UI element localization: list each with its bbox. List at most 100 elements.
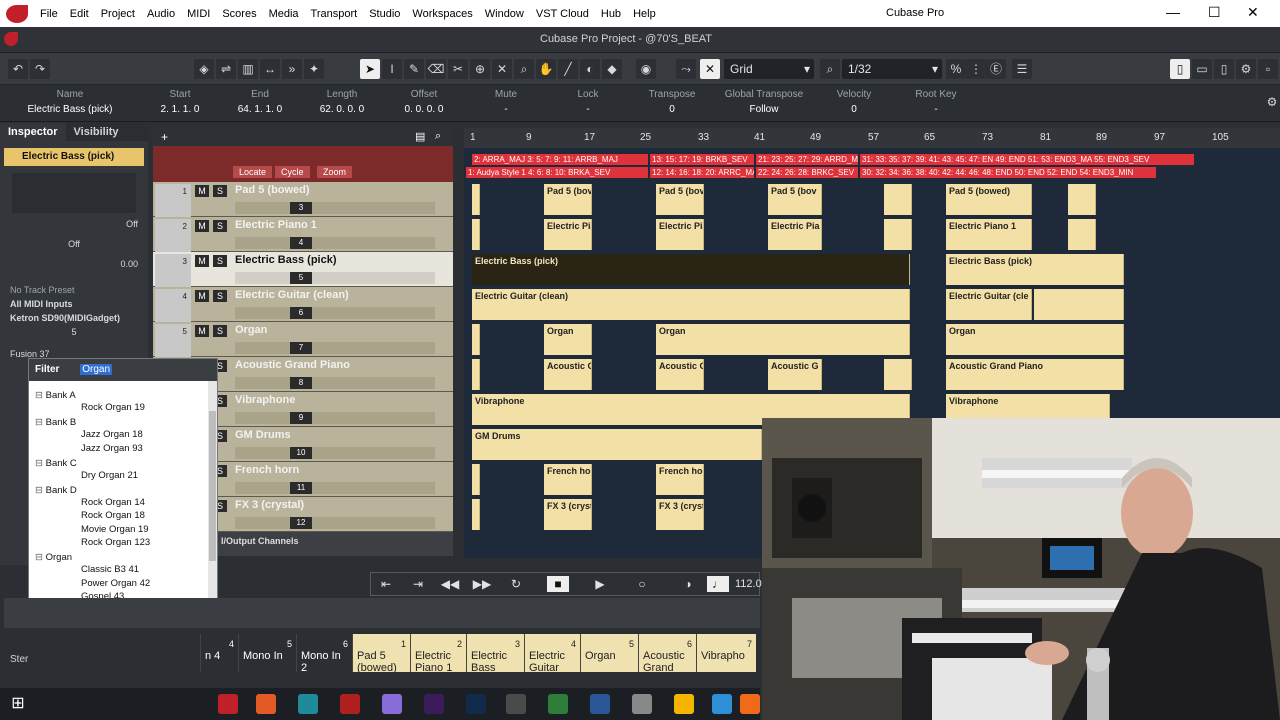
track-name[interactable]: Electric Piano 1 <box>235 219 317 231</box>
solo-button[interactable]: S <box>213 255 227 267</box>
iterative-quantize-icon[interactable]: % <box>946 59 966 79</box>
locate-button[interactable]: Locate <box>233 166 273 178</box>
midi-part[interactable] <box>472 499 480 530</box>
menu-window[interactable]: Window <box>479 8 530 20</box>
taskbar-app-icon[interactable] <box>548 694 568 714</box>
midi-part[interactable]: French hor <box>656 464 704 495</box>
search-icon[interactable]: ⌕ <box>435 130 441 143</box>
midi-part[interactable]: Pad 5 (bowed) <box>946 184 1032 215</box>
solo-button[interactable]: S <box>213 220 227 232</box>
mixer-channel[interactable]: 5 Mono In <box>238 634 296 672</box>
midi-part[interactable] <box>472 359 480 390</box>
menu-midi[interactable]: MIDI <box>181 8 216 20</box>
preset-item[interactable]: Rock Organ 123 <box>29 536 217 549</box>
left-zone-icon[interactable]: ▯ <box>1170 59 1190 79</box>
preset-item[interactable]: Dry Organ 21 <box>29 469 217 482</box>
metronome-icon[interactable]: ◑ <box>677 576 699 592</box>
preset-item[interactable]: Rock Organ 18 <box>29 509 217 522</box>
track-name[interactable]: Organ <box>235 324 267 336</box>
split-tool-icon[interactable]: ✂ <box>448 59 468 79</box>
erase-tool-icon[interactable]: ⌫ <box>426 59 446 79</box>
menu-file[interactable]: File <box>34 8 64 20</box>
track-name[interactable]: Pad 5 (bowed) <box>235 184 310 196</box>
list-icon[interactable]: ▤ <box>415 130 425 143</box>
track-name[interactable]: Acoustic Grand Piano <box>235 359 350 371</box>
track-channel[interactable]: 7 <box>290 342 312 354</box>
preset-item[interactable]: Rock Organ 19 <box>29 401 217 414</box>
track-channel[interactable]: 3 <box>290 202 312 214</box>
info-global-transpose[interactable]: Global Transpose Follow <box>722 89 806 115</box>
window-layout-icon[interactable]: ☰ <box>1012 59 1032 79</box>
solo-button[interactable]: S <box>213 325 227 337</box>
midi-part[interactable]: Organ <box>544 324 592 355</box>
inspector-off-1[interactable]: Off <box>0 217 148 231</box>
midi-part[interactable]: Electric Guitar (cle <box>946 289 1032 320</box>
midi-part[interactable]: FX 3 (cryst <box>544 499 592 530</box>
mute-button[interactable]: M <box>195 255 209 267</box>
mute-button[interactable]: M <box>195 185 209 197</box>
mixer-channel[interactable]: 4 Electric Guitar <box>524 634 580 674</box>
midi-part[interactable]: Acoustic G <box>768 359 822 390</box>
go-to-start-icon[interactable]: ⇤ <box>375 576 397 592</box>
preset-item[interactable]: Jazz Organ 18 <box>29 428 217 441</box>
midi-part[interactable] <box>1068 184 1096 215</box>
track-channel[interactable]: 12 <box>290 517 312 529</box>
midi-part[interactable]: Acoustic Grand Piano <box>946 359 1124 390</box>
color-tool-icon[interactable]: ◆ <box>602 59 622 79</box>
quantize-dropdown[interactable]: 1/32 ▾ <box>842 59 942 79</box>
automation-mode-icon[interactable]: ✦ <box>304 59 324 79</box>
inspector-channel[interactable]: 5 <box>0 325 148 339</box>
inspector-off-2[interactable]: Off <box>0 237 148 251</box>
midi-part[interactable]: Pad 5 (bov <box>544 184 592 215</box>
info-lock[interactable]: Lock - <box>558 89 618 115</box>
taskbar-app-icon[interactable] <box>298 694 318 714</box>
constrain-delay-icon[interactable]: ◈ <box>194 59 214 79</box>
inspector-track-buttons[interactable] <box>12 173 136 213</box>
midi-part[interactable] <box>472 324 480 355</box>
menu-edit[interactable]: Edit <box>64 8 95 20</box>
midi-part[interactable]: Electric Pia <box>768 219 822 250</box>
mixer-channel[interactable]: 5 Organ <box>580 634 638 672</box>
mixer-channel[interactable]: 4 n 4 <box>200 634 238 672</box>
zoom-tool-icon[interactable]: ⌕ <box>514 59 534 79</box>
menu-transport[interactable]: Transport <box>305 8 364 20</box>
add-track-icon[interactable]: + <box>161 130 168 144</box>
marker[interactable]: 21: 23: 25: 27: 29: ARRD_MAJ <box>756 154 858 165</box>
taskbar-app-icon[interactable] <box>506 694 526 714</box>
midi-part[interactable]: Electric Bass (pick) <box>946 254 1124 285</box>
track-controls[interactable] <box>235 482 435 494</box>
midi-part[interactable]: Electric Pia <box>544 219 592 250</box>
track-name[interactable]: Vibraphone <box>235 394 295 406</box>
track-channel[interactable]: 11 <box>290 482 312 494</box>
preset-group[interactable]: Bank C <box>29 458 217 469</box>
track-name[interactable]: French horn <box>235 464 299 476</box>
redo-icon[interactable]: ↷ <box>30 59 50 79</box>
marker[interactable]: 22: 24: 26: 28: BRKC_SEV <box>756 167 858 178</box>
preset-item[interactable]: Jazz Organ 93 <box>29 442 217 455</box>
line-tool-icon[interactable]: ╱ <box>558 59 578 79</box>
settings-icon[interactable]: ⚙ <box>1236 59 1256 79</box>
midi-part[interactable] <box>472 219 480 250</box>
info-offset[interactable]: Offset 0. 0. 0. 0 <box>394 89 454 115</box>
glue-tool-icon[interactable]: ⊕ <box>470 59 490 79</box>
midi-part[interactable]: Electric Pia <box>656 219 704 250</box>
midi-part[interactable] <box>472 184 480 215</box>
track-channel[interactable]: 8 <box>290 377 312 389</box>
inspector-level[interactable]: 0.00 <box>0 257 148 271</box>
tab-visibility[interactable]: Visibility <box>66 123 127 141</box>
hand-tool-icon[interactable]: ✋ <box>536 59 556 79</box>
preset-item[interactable]: Power Organ 42 <box>29 577 217 590</box>
menu-workspaces[interactable]: Workspaces <box>406 8 478 20</box>
maximize-button[interactable]: ☐ <box>1208 4 1221 21</box>
inspector-midi-output[interactable]: Ketron SD90(MIDIGadget) <box>0 311 148 325</box>
track-row[interactable]: 1 M S Pad 5 (bowed) 3 <box>153 182 453 217</box>
preset-group[interactable]: Bank B <box>29 417 217 428</box>
info-velocity[interactable]: Velocity 0 <box>824 89 884 115</box>
snap-type-dropdown[interactable]: Grid ▾ <box>724 59 814 79</box>
preset-item[interactable]: Rock Organ 14 <box>29 496 217 509</box>
menu-vst-cloud[interactable]: VST Cloud <box>530 8 595 20</box>
info-length[interactable]: Length 62. 0. 0. 0 <box>312 89 372 115</box>
track-controls[interactable] <box>235 272 435 284</box>
taskbar-app-icon[interactable] <box>382 694 402 714</box>
preset-group[interactable]: Bank D <box>29 485 217 496</box>
